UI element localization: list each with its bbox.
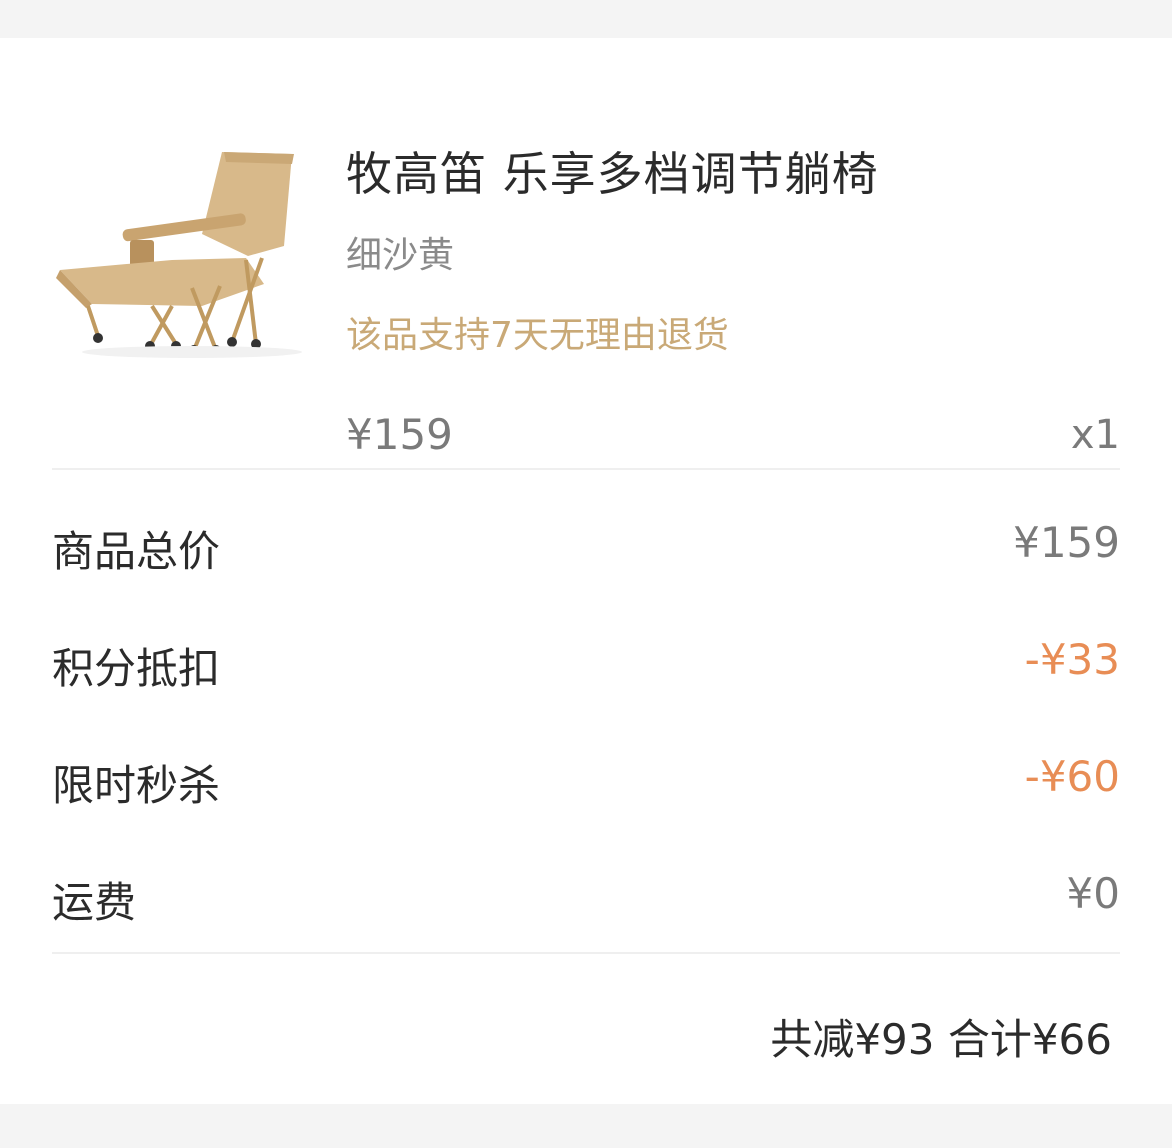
cost-value: ¥159 — [1013, 518, 1120, 567]
cost-label: 限时秒杀 — [52, 761, 221, 810]
product-thumbnail[interactable] — [52, 138, 320, 358]
unit-price: ¥159 — [346, 410, 453, 459]
recliner-chair-image — [56, 152, 302, 358]
quantity: x1 — [1070, 412, 1120, 458]
cost-row-subtotal: 商品总价 ¥159 — [52, 518, 1120, 578]
divider — [52, 952, 1120, 954]
cost-value: -¥60 — [1024, 752, 1120, 801]
cost-label: 运费 — [52, 878, 137, 927]
cost-label: 商品总价 — [52, 527, 221, 576]
cost-row-points: 积分抵扣 -¥33 — [52, 635, 1120, 695]
cost-row-shipping: 运费 ¥0 — [52, 869, 1120, 929]
order-total-summary: 共减¥93 合计¥66 — [770, 1015, 1112, 1064]
cost-row-flash-sale: 限时秒杀 -¥60 — [52, 752, 1120, 812]
cost-value: -¥33 — [1024, 635, 1120, 684]
product-title[interactable]: 牧高笛 乐享多档调节躺椅 — [346, 138, 879, 204]
cost-value: ¥0 — [1066, 869, 1120, 918]
return-policy-note: 该品支持7天无理由退货 — [346, 315, 729, 356]
product-variant: 细沙黄 — [346, 235, 455, 276]
divider — [52, 468, 1120, 470]
cost-label: 积分抵扣 — [52, 644, 221, 693]
order-item-card: 牧高笛 乐享多档调节躺椅 细沙黄 该品支持7天无理由退货 ¥159 x1 商品总… — [0, 38, 1172, 1104]
